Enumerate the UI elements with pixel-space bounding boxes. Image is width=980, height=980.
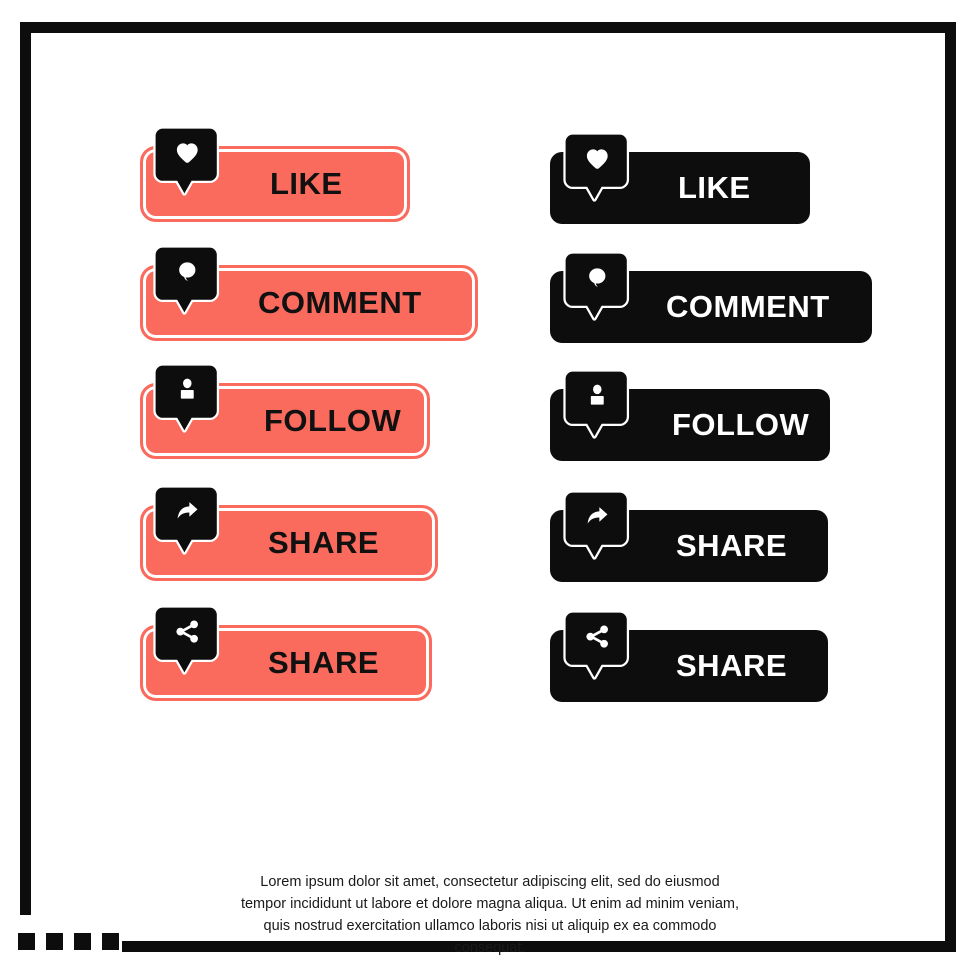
share-arrow-icon	[562, 482, 634, 568]
comment-bubble-icon	[562, 243, 634, 329]
black-follow-button[interactable]: FOLLOW	[550, 369, 830, 461]
coral-follow-button[interactable]: FOLLOW	[140, 363, 430, 459]
person-icon	[562, 361, 634, 447]
poster-canvas: LIKE COMMENT FOLLOW SHARE SHARE LIKE COMMENT FO…	[0, 0, 980, 980]
comment-bubble-icon	[152, 237, 224, 323]
coral-like-button[interactable]: LIKE	[140, 126, 410, 222]
button-label: FOLLOW	[264, 403, 402, 438]
share-network-icon	[152, 597, 224, 683]
button-label: SHARE	[676, 528, 788, 563]
button-label: FOLLOW	[672, 407, 810, 442]
heart-icon	[562, 124, 634, 210]
share-arrow-icon	[152, 477, 224, 563]
social-buttons-area: LIKE COMMENT FOLLOW SHARE SHARE LIKE COMMENT FO…	[0, 0, 980, 980]
caption-text: Lorem ipsum dolor sit amet, consectetur …	[240, 873, 740, 956]
share-network-icon	[562, 602, 634, 688]
button-label: SHARE	[268, 525, 380, 560]
black-comment-button[interactable]: COMMENT	[550, 251, 872, 343]
coral-comment-button[interactable]: COMMENT	[140, 245, 478, 341]
heart-icon	[152, 118, 224, 204]
person-icon	[152, 355, 224, 441]
button-label: COMMENT	[258, 285, 422, 320]
button-label: SHARE	[676, 648, 788, 683]
button-label: LIKE	[678, 170, 751, 205]
button-label: LIKE	[270, 166, 343, 201]
black-like-button[interactable]: LIKE	[550, 132, 810, 224]
black-share-button[interactable]: SHARE	[550, 610, 828, 702]
button-label: SHARE	[268, 645, 380, 680]
coral-share-button[interactable]: SHARE	[140, 605, 432, 701]
button-label: COMMENT	[666, 289, 830, 324]
black-share-button[interactable]: SHARE	[550, 490, 828, 582]
coral-share-button[interactable]: SHARE	[140, 485, 438, 581]
